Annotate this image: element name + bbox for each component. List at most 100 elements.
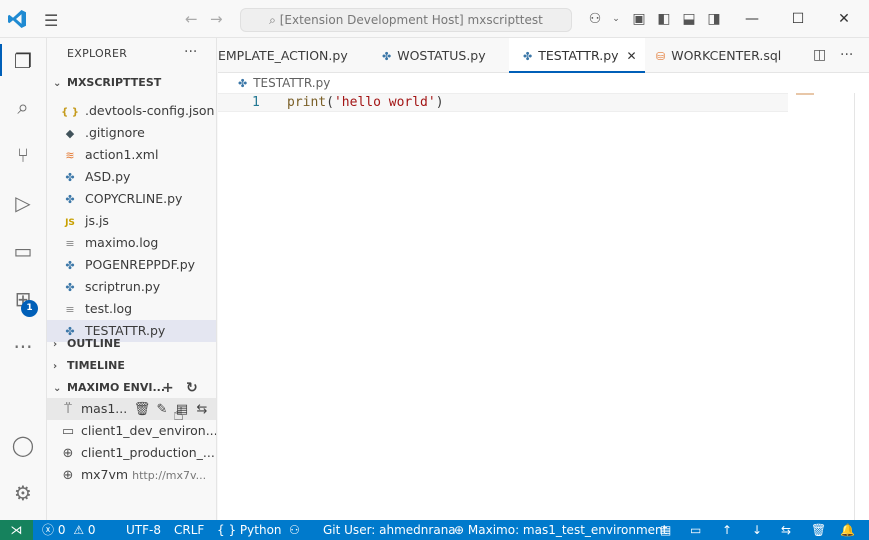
git-user-indicator[interactable]: Git User: ahmednrana (323, 520, 456, 540)
file-name: COPYCRLINE.py (85, 191, 183, 206)
language-indicator[interactable]: { } Python (217, 520, 282, 540)
warning-icon: ⚠ (73, 523, 85, 537)
environment-item-client1-production[interactable]: ⊕ client1_production_... (47, 442, 216, 464)
more-icon[interactable]: ··· (8, 332, 38, 362)
compare-icon[interactable]: ⇆ (192, 399, 212, 420)
timeline-section-header[interactable]: › TIMELINE (47, 355, 216, 377)
remote-explorer-icon[interactable]: ▭ (8, 236, 38, 266)
js-file-icon: JS (65, 218, 75, 228)
run-debug-icon[interactable]: ▷ (8, 188, 38, 218)
delete-icon[interactable]: 🗑 (132, 399, 152, 420)
rss-file-icon: ≋ (65, 149, 75, 162)
menu-icon[interactable]: ☰ (44, 11, 58, 30)
close-tab-icon[interactable]: ✕ (627, 49, 637, 63)
encoding-indicator[interactable]: UTF-8 (126, 520, 161, 540)
toggle-panel-icon[interactable]: ⬓ (680, 10, 698, 28)
command-center-search[interactable]: ⌕ [Extension Development Host] mxscriptt… (240, 8, 572, 32)
file-item[interactable]: ✤ scriptrun.py (47, 276, 216, 298)
py-file-icon: ✤ (65, 259, 75, 272)
account-icon[interactable]: ◯ (8, 430, 38, 460)
file-name: js.js (85, 213, 109, 228)
search-icon[interactable]: ⌕ (8, 92, 38, 122)
file-item[interactable]: JS js.js (47, 210, 216, 232)
chevron-down-icon[interactable]: ⌄ (607, 10, 625, 28)
code-line[interactable]: print('hello world') (287, 95, 444, 110)
tab-template-action[interactable]: EMPLATE_ACTION.py (218, 38, 368, 73)
error-icon: ⓧ (42, 523, 55, 537)
tab-wostatus[interactable]: ✤ WOSTATUS.py (378, 38, 486, 73)
chevron-right-icon: › (53, 339, 58, 350)
split-editor-icon[interactable]: ◫ (813, 47, 826, 63)
tab-testattr[interactable]: ✤ TESTATTR.py ✕ (509, 38, 645, 73)
active-indicator (0, 44, 2, 76)
more-actions-icon[interactable]: ··· (184, 44, 197, 60)
refresh-icon[interactable]: ↻ (186, 377, 198, 399)
file-item[interactable]: ✤ COPYCRLINE.py (47, 188, 216, 210)
layout-icon[interactable]: ▣ (630, 10, 648, 28)
tab-workcenter[interactable]: ⛁ WORKCENTER.sql (656, 38, 781, 73)
file-item[interactable]: ≋ action1.xml (47, 144, 216, 166)
python-icon: ✤ (382, 50, 392, 63)
title-bar: ☰ ← → ⌕ [Extension Development Host] mxs… (0, 0, 869, 38)
minimize-button[interactable]: — (737, 8, 767, 30)
file-item[interactable]: ≡ maximo.log (47, 232, 216, 254)
git-file-icon: ◆ (65, 127, 75, 140)
file-item[interactable]: ✤ POGENREPPDF.py (47, 254, 216, 276)
explorer-title: EXPLORER (67, 47, 128, 60)
compare-icon[interactable]: ⇆ (781, 520, 791, 540)
chevron-down-icon: ⌄ (53, 78, 62, 89)
globe-icon: ⊕ (62, 446, 74, 461)
copilot-icon[interactable]: ⚇ (586, 10, 604, 28)
outline-section-header[interactable]: › OUTLINE (47, 333, 216, 355)
file-name: maximo.log (85, 235, 159, 250)
problems-indicator[interactable]: ⓧ 0 ⚠ 0 (42, 520, 96, 540)
gear-icon[interactable]: ⚙ (8, 478, 38, 508)
environment-item-mx7vm[interactable]: ⊕ mx7vm http://mx7v... (47, 464, 216, 486)
toggle-sidebar-icon[interactable]: ◧ (655, 10, 673, 28)
globe-icon: ⊕ (62, 468, 74, 483)
maximo-env-indicator[interactable]: ⊕ Maximo: mas1_test_environment (454, 520, 667, 540)
file-name: POGENREPPDF.py (85, 257, 196, 272)
file-item[interactable]: ≡ test.log (47, 298, 216, 320)
more-actions-icon[interactable]: ··· (840, 47, 853, 63)
maximize-button[interactable]: ☐ (783, 8, 813, 30)
line-number: 1 (252, 95, 260, 110)
extensions-badge: 1 (21, 300, 38, 317)
python-icon: ✤ (238, 77, 248, 90)
py-file-icon: ✤ (65, 171, 75, 184)
workspace-section-header[interactable]: ⌄ MXSCRIPTTEST (47, 72, 216, 94)
source-control-icon[interactable]: ⑂ (8, 140, 38, 170)
tab-bar: EMPLATE_ACTION.py ✤ WOSTATUS.py ✤ TESTATTR… (218, 38, 869, 73)
remote-indicator-icon[interactable]: ⋊ (0, 520, 33, 540)
maximo-section-header[interactable]: ⌄ MAXIMO ENVI... + ↻ (47, 377, 216, 399)
file-item[interactable]: { } .devtools-config.json (47, 100, 216, 122)
edit-icon[interactable]: ✎ (152, 399, 172, 420)
braces-icon: { } (217, 523, 237, 537)
download-icon[interactable]: ↓ (752, 520, 762, 540)
add-environment-icon[interactable]: + (162, 377, 174, 399)
globe-icon: ⊕ (454, 523, 465, 537)
environment-item-client1-dev[interactable]: ▭ client1_dev_environ... (47, 420, 216, 442)
arrow-left-icon[interactable]: ← (185, 10, 198, 28)
eol-indicator[interactable]: CRLF (174, 520, 204, 540)
toggle-secondary-sidebar-icon[interactable]: ◨ (705, 10, 723, 28)
file-item[interactable]: ◆ .gitignore (47, 122, 216, 144)
vscode-logo-icon (8, 10, 26, 28)
upload-icon[interactable]: ↑ (722, 520, 732, 540)
copilot-status-icon[interactable]: ⚇ (289, 520, 300, 540)
explorer-icon[interactable]: ❐ (8, 46, 38, 76)
environment-item-mas1[interactable]: ⍡ mas1... 🗑 ✎ ▤ ⇆ (47, 398, 216, 420)
arrow-right-icon[interactable]: → (210, 10, 223, 28)
close-window-button[interactable]: ✕ (829, 8, 859, 30)
minimap[interactable] (796, 93, 814, 95)
delete-icon[interactable]: 🗑 (811, 520, 826, 540)
log-file-icon: ≡ (65, 303, 75, 316)
notebook-icon[interactable]: ▤ (660, 520, 671, 540)
breadcrumb[interactable]: ✤ TESTATTR.py (238, 76, 330, 90)
vertical-scrollbar[interactable] (854, 93, 855, 520)
monitor-icon[interactable]: ▭ (690, 520, 701, 540)
file-item[interactable]: ✤ ASD.py (47, 166, 216, 188)
editor-area: EMPLATE_ACTION.py ✤ WOSTATUS.py ✤ TESTATTR… (218, 38, 869, 520)
bell-icon[interactable]: 🔔 (840, 520, 855, 540)
python-icon: ✤ (523, 50, 533, 63)
